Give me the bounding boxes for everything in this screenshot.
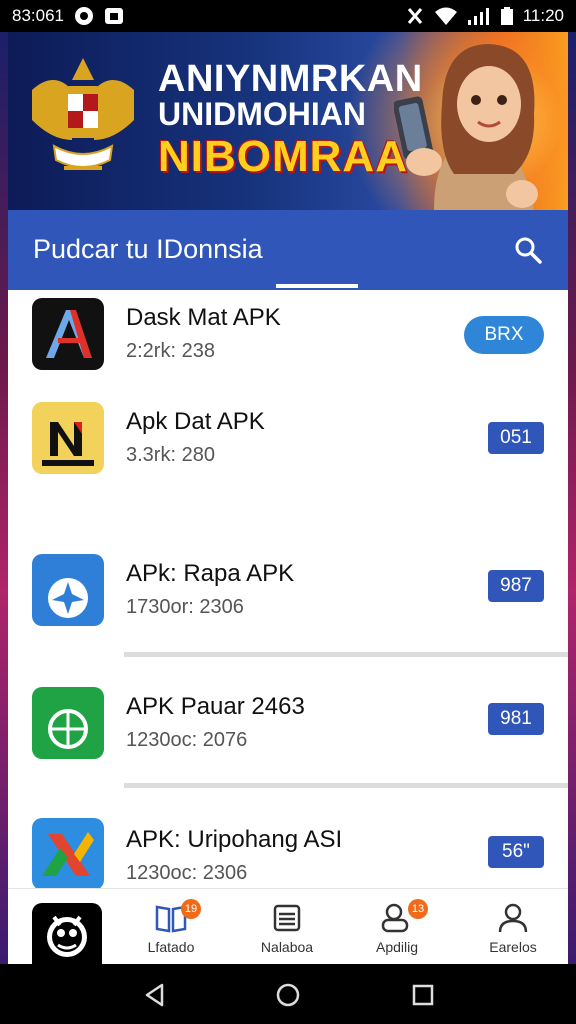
nav-label: Nalaboa — [260, 939, 314, 955]
list-item[interactable]: APk: Rapa APK 1730or: 2306 987 — [8, 510, 568, 650]
banner-headline-1: ANIYNMRKAN — [158, 58, 423, 100]
home-icon[interactable] — [275, 982, 301, 1008]
nav-label: Apdilig — [375, 939, 419, 955]
app-name: Dask Mat APK — [126, 304, 281, 331]
nav-item-updates[interactable]: 13 Apdilig — [352, 899, 442, 955]
install-button[interactable]: 051 — [488, 422, 544, 454]
banner-headline-2: UNIDMOHIAN — [158, 96, 366, 132]
nav-label: Earelos — [489, 939, 537, 955]
airplane-app-icon — [32, 554, 104, 626]
list-item[interactable]: Dask Mat APK 2:2rk: 238 BRX — [8, 290, 568, 390]
letter-a-app-icon — [32, 298, 104, 370]
woman-with-phone-illustration — [394, 44, 538, 210]
promo-banner[interactable]: ANIYNMRKAN UNIDMOHIAN NIBOMRAA — [8, 32, 568, 210]
x-mark-app-icon — [32, 818, 104, 888]
app-meta: 2:2rk: 238 — [126, 340, 215, 362]
nav-label: Lfatado — [147, 939, 195, 955]
notification-badge: 13 — [408, 899, 428, 919]
status-time-right: 11:20 — [522, 6, 564, 25]
list-item[interactable]: APK Pauar 2463 1230oc: 2076 981 — [8, 657, 568, 785]
signal-icon — [467, 6, 491, 26]
install-button[interactable]: 981 — [488, 703, 544, 735]
wifi-icon — [434, 6, 458, 26]
notification-badge: 19 — [181, 899, 201, 919]
status-bar: 83:061 11:20 — [0, 0, 576, 32]
search-button[interactable] — [510, 232, 546, 268]
battery-icon — [500, 6, 514, 26]
app-name: APK Pauar 2463 — [126, 693, 305, 720]
app-frame: ANIYNMRKAN UNIDMOHIAN NIBOMRAA Pudcar tu… — [8, 32, 568, 964]
list-item[interactable]: Apk Dat APK 3.3rk: 280 051 — [8, 390, 568, 510]
search-label[interactable]: Pudcar tu IDonnsia — [33, 234, 263, 265]
app-meta: 3.3rk: 280 — [126, 444, 215, 466]
garuda-emblem — [32, 58, 134, 170]
status-time-left: 83:061 — [12, 6, 64, 25]
app-meta: 1230oc: 2076 — [126, 729, 248, 751]
nav-item-library[interactable]: Nalaboa — [242, 899, 332, 955]
app-meta: 1730or: 2306 — [126, 596, 244, 618]
install-button[interactable]: 987 — [488, 570, 544, 602]
app-name: APk: Rapa APK — [126, 560, 295, 587]
letter-n-app-icon — [32, 402, 104, 474]
person-icon — [498, 903, 528, 933]
app-name: Apk Dat APK — [126, 408, 265, 435]
search-bar[interactable]: Pudcar tu IDonnsia — [8, 210, 568, 290]
gallery-icon — [104, 6, 124, 26]
list-item[interactable]: APK: Uripohang ASI 1230oc: 2306 56" — [8, 788, 568, 888]
nav-item-profile[interactable]: Earelos — [468, 899, 558, 955]
system-navigation-bar — [0, 964, 576, 1024]
stack-icon — [273, 904, 301, 932]
nav-item-latest[interactable]: 19 Lfatado — [126, 899, 216, 955]
app-list: Dask Mat APK 2:2rk: 238 BRX Apk Dat APK … — [8, 290, 568, 888]
app-name: APK: Uripohang ASI — [126, 826, 343, 853]
app-meta: 1230oc: 2306 — [126, 862, 248, 884]
search-icon — [515, 237, 542, 264]
app-screen: ANIYNMRKAN UNIDMOHIAN NIBOMRAA Pudcar tu… — [0, 32, 576, 964]
mascot-logo-icon — [47, 915, 87, 957]
app-logo[interactable] — [32, 903, 102, 964]
install-button[interactable]: 56" — [488, 836, 544, 868]
recents-icon[interactable] — [410, 982, 436, 1008]
bottom-navigation: 19 Lfatado Nalaboa 13 Apdilig Earelos — [8, 888, 568, 964]
tab-indicator — [276, 284, 358, 288]
back-icon[interactable] — [142, 982, 168, 1008]
banner-headline-3: NIBOMRAA — [158, 132, 408, 181]
globe-app-icon — [32, 687, 104, 759]
vibrate-icon — [405, 6, 425, 26]
install-button[interactable]: BRX — [464, 316, 544, 354]
record-icon — [74, 6, 94, 26]
